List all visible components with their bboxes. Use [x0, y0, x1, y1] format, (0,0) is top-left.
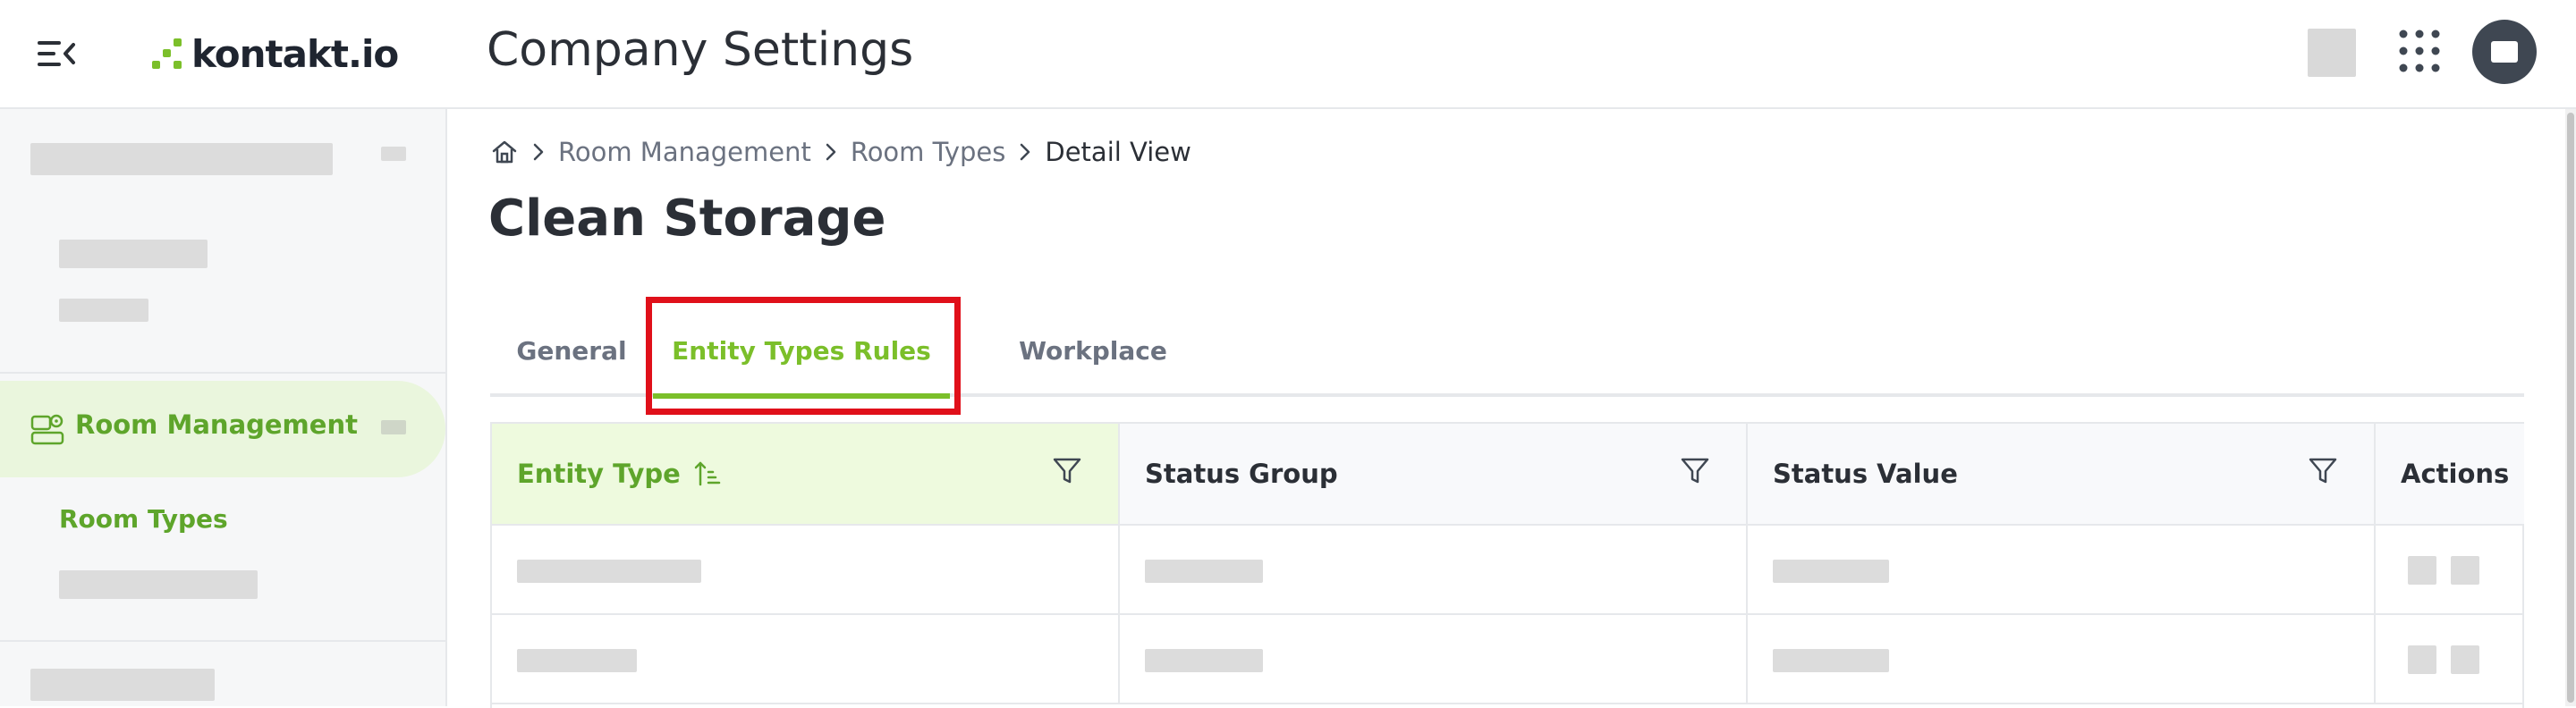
cell-placeholder	[1773, 560, 1889, 583]
filter-icon[interactable]	[2308, 456, 2338, 486]
sort-ascending-icon[interactable]	[693, 459, 722, 488]
breadcrumb-item-room-management[interactable]: Room Management	[558, 137, 811, 167]
sidebar-subitem-room-types[interactable]: Room Types	[59, 504, 228, 534]
table-cell	[1120, 615, 1748, 704]
column-header-label: Status Group	[1145, 459, 1338, 489]
cell-placeholder	[517, 649, 637, 672]
grid-dots-icon[interactable]	[2397, 27, 2442, 75]
table-row[interactable]	[492, 526, 2522, 615]
tab-entity-types-rules[interactable]: Entity Types Rules	[653, 304, 950, 397]
top-bar: kontakt.io Company Settings	[0, 0, 2576, 109]
edit-action-button[interactable]	[2408, 645, 2436, 674]
avatar-placeholder	[2491, 41, 2518, 63]
table-cell	[1120, 526, 1748, 615]
edit-action-button[interactable]	[2408, 556, 2436, 585]
sidebar-divider	[0, 372, 445, 374]
sidebar-item-chevron-placeholder[interactable]	[381, 420, 406, 434]
chevron-right-icon	[519, 142, 558, 162]
tab-general[interactable]: General	[490, 304, 653, 397]
sidebar-divider	[0, 640, 445, 642]
sidebar-subitem-placeholder[interactable]	[59, 240, 208, 268]
logo-mark-icon	[152, 38, 182, 69]
table-cell	[1748, 615, 2376, 704]
scrollbar-thumb[interactable]	[2567, 113, 2574, 703]
sidebar: Room Management Room Types	[0, 109, 447, 706]
header-placeholder-button[interactable]	[2308, 29, 2356, 77]
kontakt-logo[interactable]: kontakt.io	[150, 27, 399, 80]
breadcrumb-item-detail-view: Detail View	[1045, 137, 1191, 167]
filter-icon[interactable]	[1052, 456, 1082, 486]
column-header-actions: Actions	[2376, 424, 2524, 526]
cell-placeholder	[1145, 560, 1263, 583]
active-tab-indicator	[653, 393, 950, 399]
logo-text: kontakt.io	[191, 31, 399, 76]
tab-workplace[interactable]: Workplace	[950, 304, 1236, 397]
column-header-entity-type[interactable]: Entity Type	[492, 424, 1120, 526]
home-icon[interactable]	[490, 138, 519, 166]
cell-placeholder	[1773, 649, 1889, 672]
table-row[interactable]	[492, 615, 2522, 704]
table-cell	[1748, 526, 2376, 615]
column-header-label: Actions	[2401, 459, 2510, 489]
page-title: Clean Storage	[488, 190, 886, 248]
table-cell-actions	[2376, 526, 2522, 615]
cell-placeholder	[1145, 649, 1263, 672]
menu-collapse-icon[interactable]	[36, 36, 77, 72]
delete-action-button[interactable]	[2451, 556, 2479, 585]
breadcrumb-item-room-types[interactable]: Room Types	[851, 137, 1006, 167]
app-title: Company Settings	[487, 23, 914, 77]
sidebar-subitem-placeholder[interactable]	[59, 570, 258, 599]
sidebar-section-placeholder[interactable]	[30, 669, 215, 701]
chevron-right-icon	[1005, 142, 1045, 162]
column-header-label: Status Value	[1773, 459, 1958, 489]
entity-types-rules-table: Entity Type Status Group Status Value Ac…	[490, 422, 2524, 708]
column-header-status-value[interactable]: Status Value	[1748, 424, 2376, 526]
delete-action-button[interactable]	[2451, 645, 2479, 674]
table-cell	[492, 526, 1120, 615]
sidebar-item-room-management[interactable]: Room Management	[0, 381, 445, 477]
sidebar-subitem-placeholder[interactable]	[59, 299, 148, 322]
room-management-icon	[30, 414, 64, 445]
sidebar-item-label: Room Management	[75, 409, 358, 440]
sidebar-section-chevron-placeholder[interactable]	[381, 147, 406, 161]
avatar[interactable]	[2472, 20, 2537, 84]
column-header-label: Entity Type	[517, 459, 681, 489]
table-cell	[492, 615, 1120, 704]
column-header-status-group[interactable]: Status Group	[1120, 424, 1748, 526]
cell-placeholder	[517, 560, 701, 583]
breadcrumb: Room Management Room Types Detail View	[490, 134, 1191, 170]
filter-icon[interactable]	[1680, 456, 1710, 486]
sidebar-section-placeholder[interactable]	[30, 143, 333, 175]
tab-bar: General Entity Types Rules Workplace	[490, 304, 2524, 399]
chevron-right-icon	[811, 142, 851, 162]
table-cell-actions	[2376, 615, 2522, 704]
